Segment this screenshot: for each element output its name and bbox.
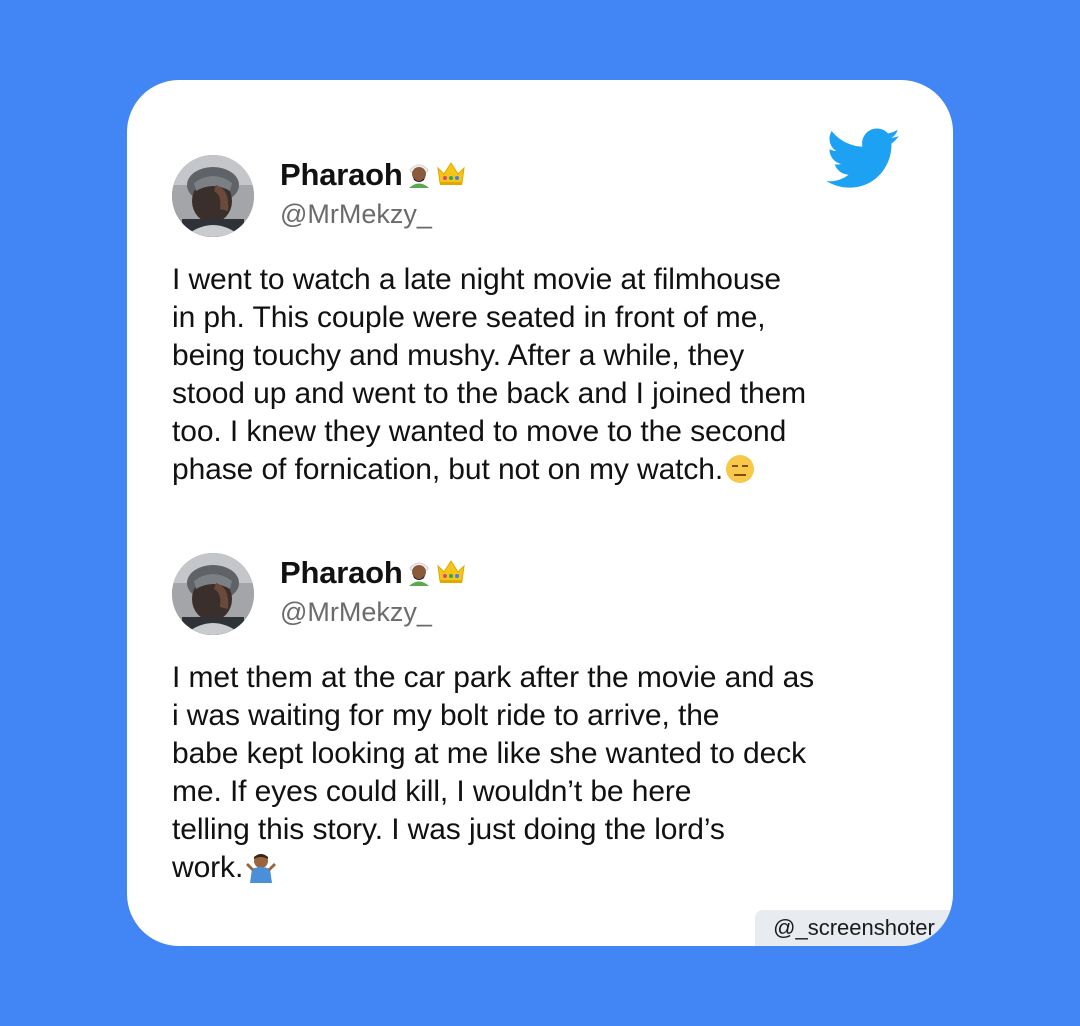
tweet-card: Pharaoh @MrMekzy_ I went to watch a late… [127, 80, 953, 946]
avatar[interactable] [172, 155, 254, 237]
tweet-header: Pharaoh @MrMekzy_ [172, 155, 912, 239]
tweet-text: I went to watch a late night movie at fi… [172, 261, 912, 495]
crown-emoji-icon [435, 556, 467, 591]
man-with-turban-emoji-icon [404, 158, 434, 193]
author-name-row: Pharaoh [280, 156, 467, 194]
crown-emoji-icon [435, 158, 467, 193]
author-handle[interactable]: @MrMekzy_ [280, 597, 432, 628]
avatar[interactable] [172, 553, 254, 635]
tweet-body: I went to watch a late night movie at fi… [172, 263, 807, 486]
man-with-turban-emoji-icon [404, 556, 434, 591]
expressionless-face-emoji-icon [724, 453, 756, 495]
author-name-row: Pharaoh [280, 554, 467, 592]
author-name[interactable]: Pharaoh [280, 555, 403, 591]
tweet-text: I met them at the car park after the mov… [172, 659, 912, 893]
tweet: Pharaoh [172, 155, 912, 495]
author-name[interactable]: Pharaoh [280, 157, 403, 193]
tweet-header: Pharaoh @MrMekzy_ [172, 553, 912, 637]
author-handle[interactable]: @MrMekzy_ [280, 199, 432, 230]
person-shrugging-emoji-icon [244, 851, 278, 893]
tweet: Pharaoh [172, 553, 912, 893]
watermark: @_screenshoter [755, 910, 953, 946]
